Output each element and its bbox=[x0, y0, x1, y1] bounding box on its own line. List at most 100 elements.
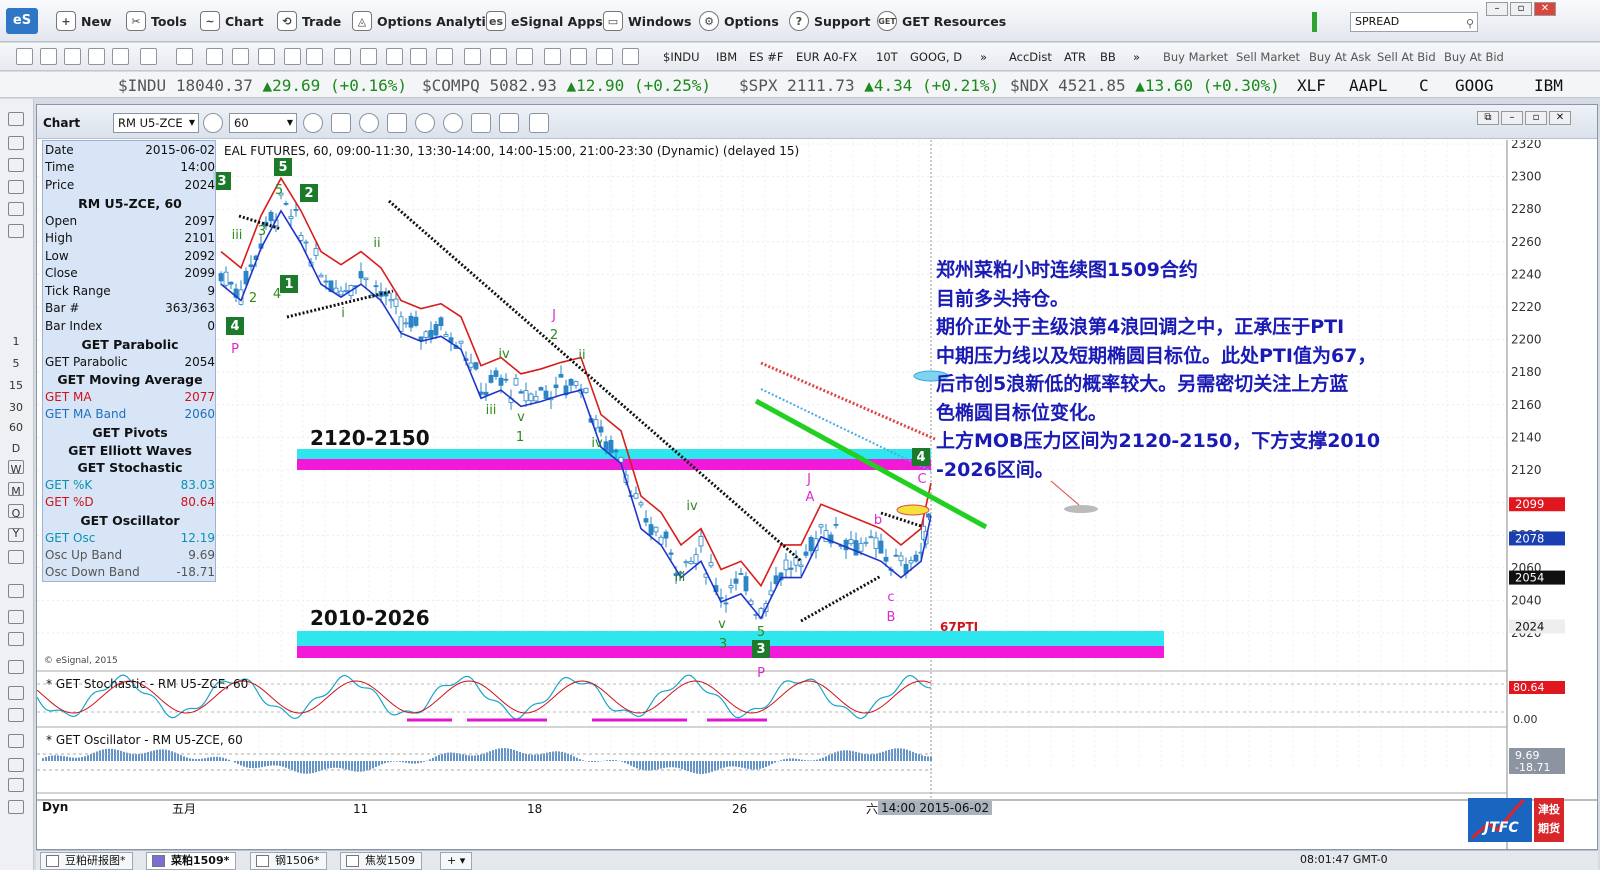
toolbar-tool-icon[interactable] bbox=[232, 48, 249, 65]
chart-close-button[interactable]: ✕ bbox=[1549, 111, 1571, 125]
menu-trade[interactable]: ⟲ Trade bbox=[277, 10, 341, 32]
interval-5[interactable]: 5 bbox=[7, 357, 25, 370]
menu-new[interactable]: + New bbox=[56, 10, 112, 32]
symbol-search-input[interactable]: SPREAD ⚲ bbox=[1350, 12, 1478, 32]
link-icon[interactable] bbox=[359, 113, 379, 133]
drawing-tool-icon[interactable] bbox=[8, 778, 24, 792]
buy-market-button[interactable]: Buy Market bbox=[1163, 50, 1228, 64]
drawing-tool-icon[interactable] bbox=[8, 224, 24, 238]
symbol-indu[interactable]: $INDU bbox=[663, 50, 700, 64]
toolbar-tool-icon[interactable] bbox=[596, 48, 613, 65]
drawing-tool-icon[interactable] bbox=[8, 136, 24, 150]
toolbar-tool-icon[interactable] bbox=[284, 48, 301, 65]
interval-60[interactable]: 60 bbox=[7, 421, 25, 434]
toolbar-tool-icon[interactable] bbox=[464, 48, 481, 65]
buy-at-ask-button[interactable]: Buy At Ask bbox=[1309, 50, 1371, 64]
ticker-compq[interactable]: $COMPQ 5082.93 ▲12.90 (+0.25%) bbox=[422, 76, 711, 95]
data-icon[interactable] bbox=[387, 113, 407, 133]
drawing-tool-icon[interactable] bbox=[8, 632, 24, 646]
tab-rapeseed[interactable]: 菜粕1509* bbox=[146, 852, 237, 870]
play-icon[interactable] bbox=[415, 113, 435, 133]
toolbar-tool-icon[interactable] bbox=[386, 48, 403, 65]
chart-plot[interactable]: 2320 2300 2280 2260 2240 2220 2200 2180 2160 2140… bbox=[36, 137, 1597, 850]
toolbar-tool-icon[interactable] bbox=[206, 48, 223, 65]
comment-icon[interactable] bbox=[529, 113, 549, 133]
tab-steel[interactable]: 钢1506* bbox=[250, 852, 327, 870]
tag-icon[interactable] bbox=[471, 113, 491, 133]
drawing-tool-icon[interactable] bbox=[8, 584, 24, 598]
menu-chart[interactable]: ~ Chart bbox=[200, 10, 264, 32]
interval-30[interactable]: 30 bbox=[7, 401, 25, 414]
symbol-ibm[interactable]: IBM bbox=[716, 50, 737, 64]
drawing-tool-icon[interactable] bbox=[8, 610, 24, 624]
toolbar-tool-icon[interactable] bbox=[410, 48, 427, 65]
menu-tools[interactable]: ✂ Tools bbox=[126, 10, 187, 32]
minimize-button[interactable]: – bbox=[1486, 2, 1508, 16]
pencil-icon[interactable] bbox=[331, 113, 351, 133]
toolbar-tool-icon[interactable] bbox=[258, 48, 275, 65]
menu-get-resources[interactable]: GET GET Resources bbox=[877, 10, 1006, 32]
drawing-tool-icon[interactable] bbox=[8, 660, 24, 674]
tab-soymeal[interactable]: 豆粕研报图* bbox=[40, 852, 133, 870]
toolbar-tool-icon[interactable] bbox=[306, 48, 323, 65]
tab-coke[interactable]: 焦炭1509 bbox=[340, 852, 422, 870]
toolbar-tool-icon[interactable] bbox=[140, 48, 157, 65]
ticker-indu[interactable]: $INDU 18040.37 ▲29.69 (+0.16%) bbox=[118, 76, 407, 95]
alert-icon[interactable] bbox=[443, 113, 463, 133]
symbol-select[interactable]: RM U5-ZCE ▼ bbox=[113, 113, 199, 133]
menu-windows[interactable]: ▭ Windows bbox=[603, 10, 692, 32]
symbol-10t[interactable]: 10T bbox=[876, 50, 898, 64]
study-atr[interactable]: ATR bbox=[1064, 50, 1086, 64]
toolbar-tool-icon[interactable] bbox=[360, 48, 377, 65]
toolbar-tool-icon[interactable] bbox=[570, 48, 587, 65]
drawing-tool-icon[interactable] bbox=[8, 202, 24, 216]
toolbar-tool-icon[interactable] bbox=[544, 48, 561, 65]
drawing-tool-icon[interactable] bbox=[8, 734, 24, 748]
toolbar-tool-icon[interactable] bbox=[490, 48, 507, 65]
toolbar-tool-icon[interactable] bbox=[622, 48, 639, 65]
interval-15[interactable]: 15 bbox=[7, 379, 25, 392]
drawing-tool-icon[interactable] bbox=[8, 504, 24, 518]
menu-esignal-apps[interactable]: es eSignal Apps bbox=[486, 10, 603, 32]
ticker-ibm[interactable]: IBM bbox=[1534, 76, 1563, 95]
chart-restore-button[interactable]: ▫ bbox=[1525, 111, 1547, 125]
symbol-goog[interactable]: GOOG, D bbox=[910, 50, 962, 64]
drawing-tool-icon[interactable] bbox=[8, 112, 24, 126]
drawing-tool-icon[interactable] bbox=[8, 158, 24, 172]
esignal-logo[interactable]: eS bbox=[6, 8, 38, 34]
toolbar-tool-icon[interactable] bbox=[176, 48, 193, 65]
ticker-spx[interactable]: $SPX 2111.73 ▲4.34 (+0.21%) bbox=[739, 76, 999, 95]
drawing-tool-icon[interactable] bbox=[8, 482, 24, 496]
sell-market-button[interactable]: Sell Market bbox=[1236, 50, 1300, 64]
toolbar-tool-icon[interactable] bbox=[88, 48, 105, 65]
clock-icon[interactable] bbox=[303, 113, 323, 133]
interval-1[interactable]: 1 bbox=[7, 335, 25, 348]
more-symbols[interactable]: » bbox=[980, 50, 987, 64]
toolbar-tool-icon[interactable] bbox=[64, 48, 81, 65]
drawing-tool-icon[interactable] bbox=[8, 550, 24, 564]
restore-button[interactable]: ▫ bbox=[1510, 2, 1532, 16]
toolbar-tool-icon[interactable] bbox=[112, 48, 129, 65]
drawing-tool-icon[interactable] bbox=[8, 686, 24, 700]
drawing-tool-icon[interactable] bbox=[8, 460, 24, 474]
chart-link-button[interactable]: ⧉ bbox=[1477, 111, 1499, 125]
ticker-goog[interactable]: GOOG bbox=[1455, 76, 1494, 95]
dyn-toggle[interactable]: Dyn bbox=[42, 800, 68, 814]
menu-support[interactable]: ? Support bbox=[789, 10, 871, 32]
drawing-tool-icon[interactable] bbox=[8, 758, 24, 772]
study-bb[interactable]: BB bbox=[1100, 50, 1116, 64]
ticker-ndx[interactable]: $NDX 4521.85 ▲13.60 (+0.30%) bbox=[1010, 76, 1280, 95]
study-accdist[interactable]: AccDist bbox=[1009, 50, 1052, 64]
toolbar-tool-icon[interactable] bbox=[16, 48, 33, 65]
search-icon[interactable]: ⚲ bbox=[1466, 15, 1474, 33]
chart-minimize-button[interactable]: – bbox=[1501, 111, 1523, 125]
add-tab-button[interactable]: + ▾ bbox=[440, 852, 473, 870]
drawing-tool-icon[interactable] bbox=[8, 800, 24, 814]
gear-icon[interactable] bbox=[203, 113, 223, 133]
menu-options-analytix[interactable]: ◬ Options Analytix bbox=[352, 10, 494, 32]
symbol-es[interactable]: ES #F bbox=[749, 50, 783, 64]
toolbar-tool-icon[interactable] bbox=[334, 48, 351, 65]
symbol-eur[interactable]: EUR A0-FX bbox=[796, 50, 857, 64]
efs-icon[interactable] bbox=[499, 113, 519, 133]
close-button[interactable]: ✕ bbox=[1534, 2, 1556, 16]
